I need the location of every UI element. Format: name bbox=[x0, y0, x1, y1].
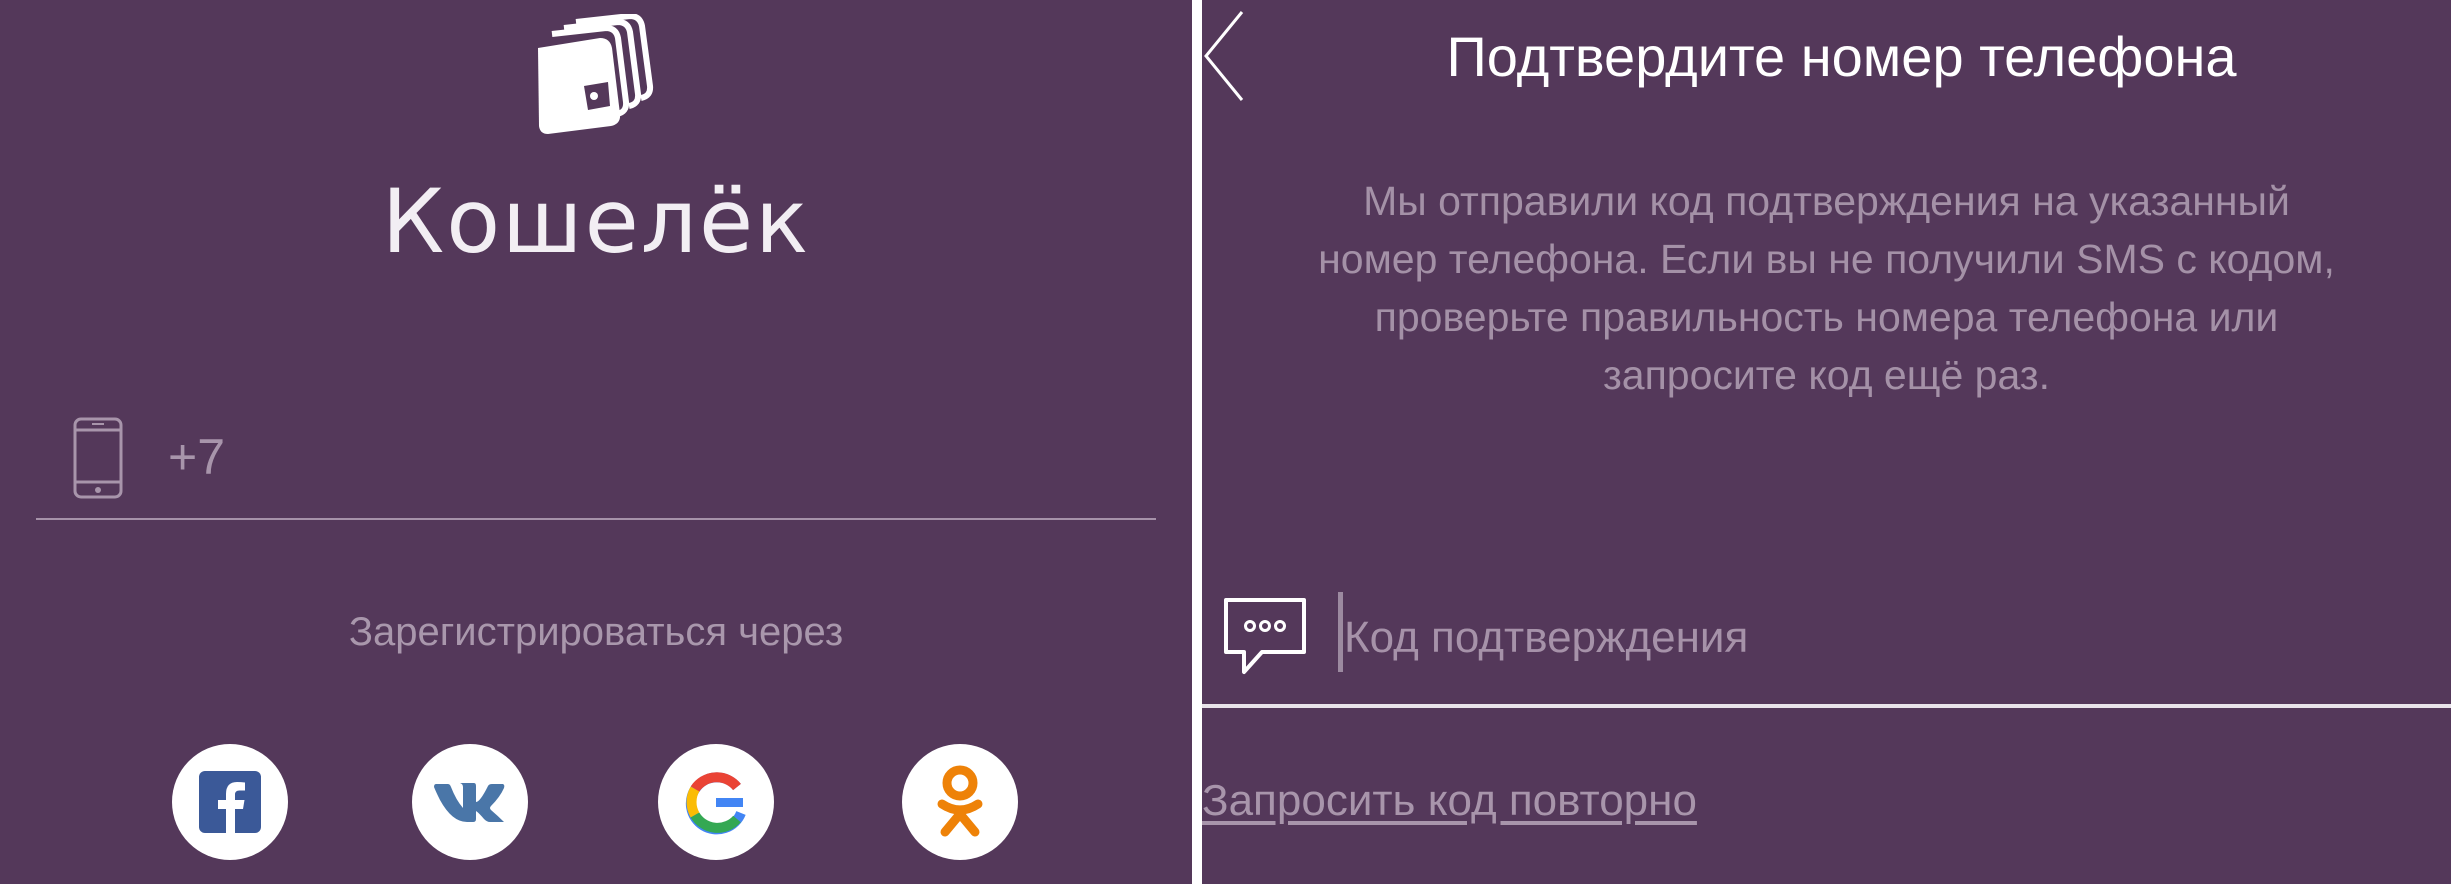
page-title: Подтвердите номер телефона bbox=[1446, 25, 2237, 88]
description-line: запросите код ещё раз. bbox=[1603, 352, 2050, 398]
wallet-cards-icon bbox=[538, 14, 654, 134]
description-line: проверьте правильность номера телефона и… bbox=[1374, 294, 2279, 340]
facebook-icon bbox=[199, 771, 261, 833]
register-via-label: Зарегистрироваться через bbox=[348, 610, 844, 654]
phone-input-underline bbox=[36, 518, 1156, 520]
smartphone-icon bbox=[73, 417, 123, 499]
confirmation-code-input[interactable] bbox=[1344, 604, 2144, 672]
google-icon bbox=[685, 772, 746, 835]
text-cursor bbox=[1338, 592, 1343, 672]
description-line: Мы отправили код подтверждения на указан… bbox=[1363, 178, 2290, 224]
message-bubble-icon bbox=[1224, 598, 1306, 674]
facebook-login-button[interactable] bbox=[172, 744, 288, 860]
code-input-underline bbox=[1202, 704, 2451, 708]
vk-login-button[interactable] bbox=[412, 744, 528, 860]
odnoklassniki-icon bbox=[937, 765, 983, 837]
google-login-button[interactable] bbox=[658, 744, 774, 860]
phone-input[interactable]: +7 bbox=[168, 428, 225, 486]
vk-icon bbox=[434, 783, 505, 822]
resend-code-link[interactable]: Запросить код повторно bbox=[1202, 776, 1697, 826]
odnoklassniki-login-button[interactable] bbox=[902, 744, 1018, 860]
brand-name: Кошелёк bbox=[381, 170, 811, 273]
confirm-phone-screen: Подтвердите номер телефона Мы отправили … bbox=[1202, 0, 2451, 884]
description-line: номер телефона. Если вы не получили SMS … bbox=[1318, 236, 2335, 282]
login-screen: Кошелёк +7 Зарегистрироваться через bbox=[0, 0, 1192, 884]
confirmation-description: Мы отправили код подтверждения на указан… bbox=[1202, 172, 2451, 404]
